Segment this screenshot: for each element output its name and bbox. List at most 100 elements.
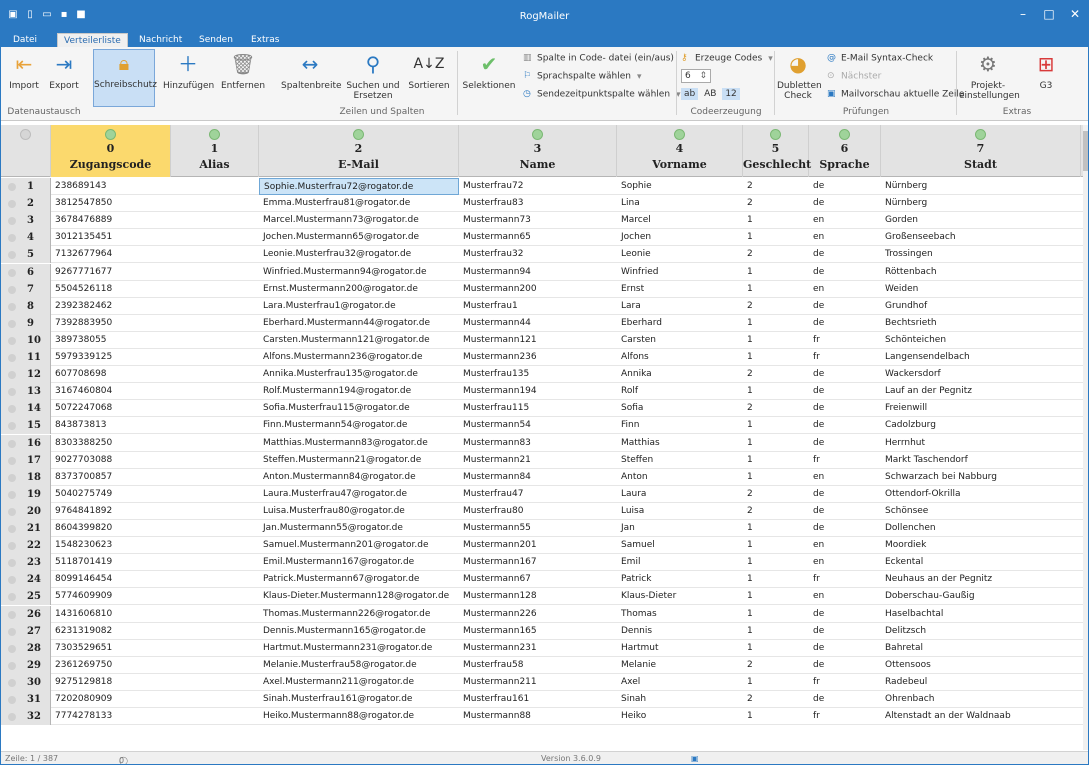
cell-email[interactable]: Ernst.Mustermann200@rogator.de xyxy=(259,281,459,298)
cell-stadt[interactable]: Weiden xyxy=(881,281,1081,298)
column-header-email[interactable]: 2 E-Mail xyxy=(259,125,459,177)
cell-sprache[interactable]: en xyxy=(809,281,881,298)
tab-verteilerliste[interactable]: Verteilerliste xyxy=(57,33,128,48)
cell-alias[interactable] xyxy=(171,417,259,434)
cell-zugangscode[interactable]: 5979339125 xyxy=(51,349,171,366)
cell-zugangscode[interactable]: 7202080909 xyxy=(51,691,171,708)
cell-email[interactable]: Sophie.Musterfrau72@rogator.de xyxy=(259,178,459,195)
cell-geschlecht[interactable]: 1 xyxy=(743,571,809,588)
cell-zugangscode[interactable]: 7774278133 xyxy=(51,708,171,725)
cell-email[interactable]: Annika.Musterfrau135@rogator.de xyxy=(259,366,459,383)
cell-geschlecht[interactable]: 1 xyxy=(743,349,809,366)
cell-stadt[interactable]: Röttenbach xyxy=(881,264,1081,281)
cell-geschlecht[interactable]: 2 xyxy=(743,366,809,383)
cell-zugangscode[interactable]: 8099146454 xyxy=(51,571,171,588)
cell-alias[interactable] xyxy=(171,537,259,554)
cell-name[interactable]: Musterfrau1 xyxy=(459,298,617,315)
cell-alias[interactable] xyxy=(171,657,259,674)
cell-email[interactable]: Klaus-Dieter.Mustermann128@rogator.de xyxy=(259,588,459,605)
erzeuge-codes-button[interactable]: ⚷ Erzeuge Codes ▾ xyxy=(681,53,773,64)
table-row[interactable]: 31 7202080909 Sinah.Musterfrau161@rogator.… xyxy=(1,691,1085,709)
row-header[interactable]: 23 xyxy=(1,554,51,572)
cell-geschlecht[interactable]: 2 xyxy=(743,400,809,417)
cell-zugangscode[interactable]: 9267771677 xyxy=(51,264,171,281)
cell-zugangscode[interactable]: 9764841892 xyxy=(51,503,171,520)
column-header-stadt[interactable]: 7 Stadt xyxy=(881,125,1081,177)
cell-geschlecht[interactable]: 1 xyxy=(743,606,809,623)
cell-vorname[interactable]: Carsten xyxy=(617,332,743,349)
cell-name[interactable]: Mustermann88 xyxy=(459,708,617,725)
cell-vorname[interactable]: Jan xyxy=(617,520,743,537)
cell-alias[interactable] xyxy=(171,606,259,623)
cell-alias[interactable] xyxy=(171,366,259,383)
cell-email[interactable]: Winfried.Mustermann94@rogator.de xyxy=(259,264,459,281)
cell-name[interactable]: Mustermann121 xyxy=(459,332,617,349)
cell-vorname[interactable]: Lara xyxy=(617,298,743,315)
table-row[interactable]: 28 7303529651 Hartmut.Mustermann231@rogato… xyxy=(1,639,1085,657)
row-header[interactable]: 1 xyxy=(1,178,51,195)
table-row[interactable]: 21 8604399820 Jan.Mustermann55@rogator.de M… xyxy=(1,520,1085,538)
table-row[interactable]: 27 6231319082 Dennis.Mustermann165@rogator… xyxy=(1,622,1085,640)
cell-name[interactable]: Musterfrau47 xyxy=(459,486,617,503)
cell-vorname[interactable]: Eberhard xyxy=(617,315,743,332)
cell-alias[interactable] xyxy=(171,212,259,229)
column-header-name[interactable]: 3 Name xyxy=(459,125,617,177)
cell-stadt[interactable]: Altenstadt an der Waldnaab xyxy=(881,708,1081,725)
cell-alias[interactable] xyxy=(171,332,259,349)
cell-alias[interactable] xyxy=(171,349,259,366)
cell-zugangscode[interactable]: 3678476889 xyxy=(51,212,171,229)
table-row[interactable]: 6 9267771677 Winfried.Mustermann94@rogator… xyxy=(1,263,1085,281)
cell-sprache[interactable]: de xyxy=(809,366,881,383)
spaltenbreite-button[interactable]: ↔ Spaltenbreite xyxy=(281,51,342,91)
cell-alias[interactable] xyxy=(171,503,259,520)
cell-stadt[interactable]: Haselbachtal xyxy=(881,606,1081,623)
cell-sprache[interactable]: de xyxy=(809,246,881,263)
row-header[interactable]: 31 xyxy=(1,691,51,708)
cell-email[interactable]: Sofia.Musterfrau115@rogator.de xyxy=(259,400,459,417)
projekteinstellungen-button[interactable]: ⚙ Projekt- einstellungen xyxy=(959,51,1020,101)
cell-stadt[interactable]: Eckental xyxy=(881,554,1081,571)
row-header[interactable]: 6 xyxy=(1,263,51,281)
cell-vorname[interactable]: Sophie xyxy=(617,178,743,195)
scrollbar-thumb[interactable] xyxy=(1083,131,1088,171)
table-row[interactable]: 3 3678476889 Marcel.Mustermann73@rogator.d… xyxy=(1,212,1085,230)
cell-alias[interactable] xyxy=(171,400,259,417)
cell-zugangscode[interactable]: 1548230623 xyxy=(51,537,171,554)
cell-name[interactable]: Musterfrau32 xyxy=(459,246,617,263)
cell-sprache[interactable]: de xyxy=(809,383,881,400)
cell-zugangscode[interactable]: 2361269750 xyxy=(51,657,171,674)
cell-alias[interactable] xyxy=(171,674,259,691)
cell-email[interactable]: Hartmut.Mustermann231@rogator.de xyxy=(259,640,459,657)
row-header[interactable]: 28 xyxy=(1,639,51,657)
tab-extras[interactable]: Extras xyxy=(245,33,285,47)
cell-geschlecht[interactable]: 1 xyxy=(743,452,809,469)
stepper-arrows-icon[interactable]: ⇕ xyxy=(699,70,707,82)
row-header[interactable]: 9 xyxy=(1,314,51,332)
cell-geschlecht[interactable]: 1 xyxy=(743,708,809,725)
cell-vorname[interactable]: Dennis xyxy=(617,623,743,640)
data-grid[interactable]: 0 Zugangscode 1 Alias 2 E-Mail 3 Name 4 xyxy=(1,125,1085,750)
cell-vorname[interactable]: Patrick xyxy=(617,571,743,588)
cell-stadt[interactable]: Schönsee xyxy=(881,503,1081,520)
naechster-button[interactable]: ⊙ Nächster xyxy=(827,71,881,82)
table-row[interactable]: 29 2361269750 Melanie.Musterfrau58@rogator… xyxy=(1,656,1085,674)
cell-name[interactable]: Musterfrau115 xyxy=(459,400,617,417)
cell-zugangscode[interactable]: 5040275749 xyxy=(51,486,171,503)
cell-geschlecht[interactable]: 1 xyxy=(743,417,809,434)
row-header[interactable]: 24 xyxy=(1,571,51,589)
cell-geschlecht[interactable]: 2 xyxy=(743,486,809,503)
row-header[interactable]: 12 xyxy=(1,366,51,384)
cell-vorname[interactable]: Hartmut xyxy=(617,640,743,657)
cell-email[interactable]: Thomas.Mustermann226@rogator.de xyxy=(259,606,459,623)
cell-stadt[interactable]: Doberschau-Gaußig xyxy=(881,588,1081,605)
cell-sprache[interactable]: de xyxy=(809,503,881,520)
cell-stadt[interactable]: Moordiek xyxy=(881,537,1081,554)
cell-sprache[interactable]: de xyxy=(809,486,881,503)
cell-stadt[interactable]: Wackersdorf xyxy=(881,366,1081,383)
cell-zugangscode[interactable]: 9027703088 xyxy=(51,452,171,469)
cell-sprache[interactable]: de xyxy=(809,435,881,452)
cell-sprache[interactable]: fr xyxy=(809,674,881,691)
cell-name[interactable]: Mustermann201 xyxy=(459,537,617,554)
export-button[interactable]: ⇥ Export xyxy=(49,51,79,91)
cell-stadt[interactable]: Nürnberg xyxy=(881,195,1081,212)
